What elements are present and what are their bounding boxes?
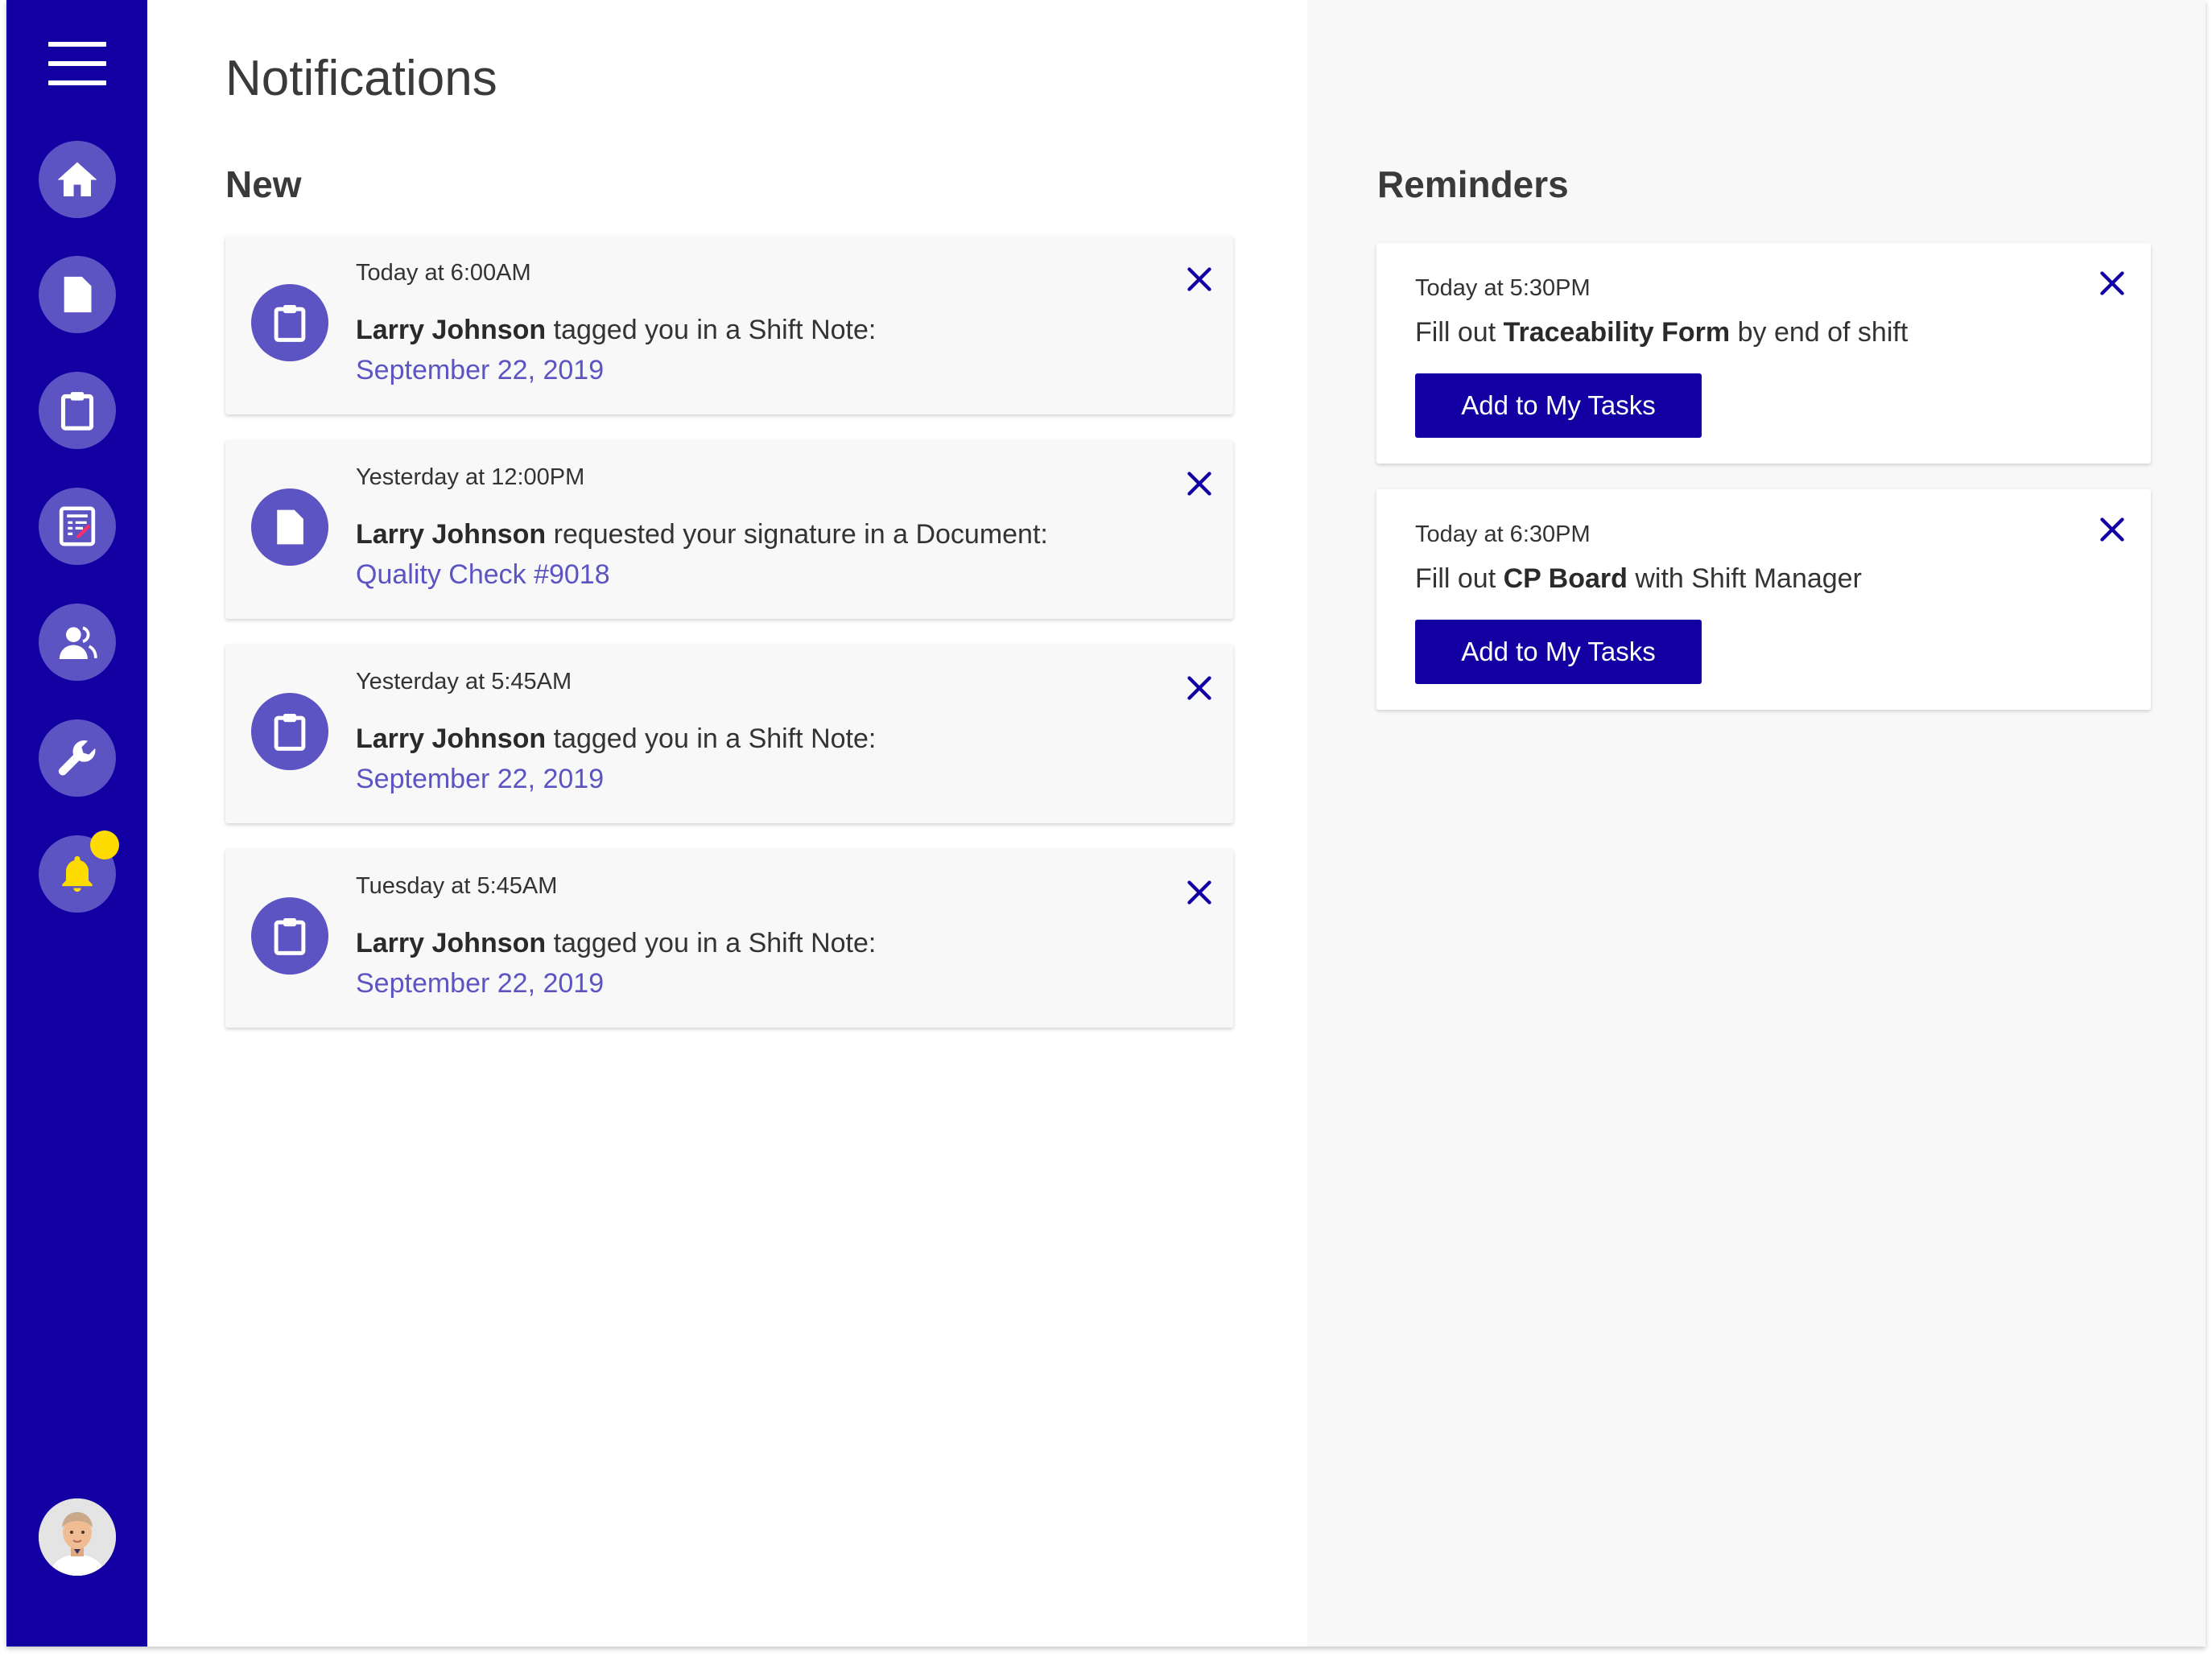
notification-link[interactable]: Quality Check #9018 — [356, 559, 610, 591]
document-icon — [64, 276, 92, 313]
notification-time: Today at 6:00AM — [356, 260, 531, 286]
notification-message: Larry Johnson tagged you in a Shift Note… — [356, 928, 876, 959]
notification-time: Yesterday at 12:00PM — [356, 464, 585, 490]
sidebar-item-shift-notes[interactable] — [39, 372, 116, 449]
sidebar-item-home[interactable] — [39, 141, 116, 218]
notification-link[interactable]: September 22, 2019 — [356, 764, 604, 795]
reminder-time: Today at 6:30PM — [1415, 521, 1591, 547]
notification-type-icon — [251, 693, 328, 770]
notification-action: tagged you in a Shift Note: — [546, 928, 877, 958]
notification-link[interactable]: September 22, 2019 — [356, 968, 604, 999]
add-to-my-tasks-button[interactable]: Add to My Tasks — [1415, 620, 1702, 684]
close-icon — [2100, 271, 2124, 295]
sidebar-item-maintenance[interactable] — [39, 719, 116, 797]
reminder-suffix: by end of shift — [1730, 317, 1909, 348]
checklist-form-icon — [59, 506, 96, 546]
clipboard-icon — [60, 392, 94, 431]
notification-message: Larry Johnson tagged you in a Shift Note… — [356, 315, 876, 346]
sidebar-item-forms[interactable] — [39, 488, 116, 565]
reminder-time: Today at 5:30PM — [1415, 275, 1591, 301]
close-icon — [1187, 676, 1211, 700]
section-title-new: New — [225, 163, 302, 205]
dismiss-notification-button[interactable] — [1183, 468, 1215, 500]
notification-actor: Larry Johnson — [356, 723, 547, 754]
close-icon — [2100, 517, 2124, 542]
reminder-card: Today at 5:30PM Fill out Traceability Fo… — [1376, 243, 2151, 464]
menu-icon[interactable] — [48, 42, 106, 85]
reminder-prefix: Fill out — [1415, 317, 1504, 348]
notification-actor: Larry Johnson — [356, 315, 547, 345]
notification-time: Tuesday at 5:45AM — [356, 873, 558, 899]
notification-type-icon — [251, 897, 328, 975]
notification-message: Larry Johnson requested your signature i… — [356, 519, 1048, 550]
sidebar-item-documents[interactable] — [39, 256, 116, 333]
dismiss-notification-button[interactable] — [1183, 263, 1215, 295]
page-title: Notifications — [225, 51, 497, 106]
dismiss-notification-button[interactable] — [1183, 876, 1215, 909]
notification-card: Tuesday at 5:45AM Larry Johnson tagged y… — [225, 849, 1233, 1028]
reminder-form-name: CP Board — [1503, 563, 1628, 594]
notification-card: Today at 6:00AM Larry Johnson tagged you… — [225, 236, 1233, 414]
dismiss-notification-button[interactable] — [1183, 672, 1215, 704]
reminder-message: Fill out CP Board with Shift Manager — [1415, 563, 1862, 595]
notification-action: tagged you in a Shift Note: — [546, 723, 877, 754]
close-icon — [1187, 267, 1211, 291]
clipboard-icon — [274, 917, 306, 955]
app-window: Notifications New Reminders Today at 6:0… — [6, 0, 2206, 1647]
wrench-icon — [58, 740, 96, 776]
notification-action: requested your signature in a Document: — [546, 519, 1048, 550]
clipboard-icon — [274, 304, 306, 342]
reminder-card: Today at 6:30PM Fill out CP Board with S… — [1376, 489, 2151, 710]
document-icon — [277, 509, 303, 545]
avatar[interactable] — [39, 1498, 116, 1576]
notification-badge — [90, 830, 119, 859]
section-title-reminders: Reminders — [1377, 163, 1569, 205]
close-icon — [1187, 880, 1211, 905]
notification-type-icon — [251, 284, 328, 361]
reminder-suffix: with Shift Manager — [1627, 563, 1862, 594]
users-icon — [59, 626, 97, 659]
user-avatar-icon — [39, 1498, 116, 1576]
bell-icon — [62, 855, 93, 892]
close-icon — [1187, 472, 1211, 496]
reminder-prefix: Fill out — [1415, 563, 1504, 594]
sidebar-item-team[interactable] — [39, 604, 116, 681]
notification-type-icon — [251, 488, 328, 566]
notification-actor: Larry Johnson — [356, 519, 547, 550]
notification-card: Yesterday at 12:00PM Larry Johnson reque… — [225, 440, 1233, 619]
notification-link[interactable]: September 22, 2019 — [356, 355, 604, 386]
notification-time: Yesterday at 5:45AM — [356, 669, 572, 694]
sidebar — [6, 0, 147, 1647]
notification-card: Yesterday at 5:45AM Larry Johnson tagged… — [225, 645, 1233, 823]
add-to-my-tasks-button[interactable]: Add to My Tasks — [1415, 373, 1702, 438]
clipboard-icon — [274, 713, 306, 751]
dismiss-reminder-button[interactable] — [2096, 513, 2128, 546]
notification-action: tagged you in a Shift Note: — [546, 315, 877, 345]
notification-actor: Larry Johnson — [356, 928, 547, 958]
reminder-form-name: Traceability Form — [1503, 317, 1731, 348]
dismiss-reminder-button[interactable] — [2096, 267, 2128, 299]
home-icon — [57, 162, 97, 196]
reminder-message: Fill out Traceability Form by end of shi… — [1415, 317, 1908, 348]
notification-message: Larry Johnson tagged you in a Shift Note… — [356, 723, 876, 755]
